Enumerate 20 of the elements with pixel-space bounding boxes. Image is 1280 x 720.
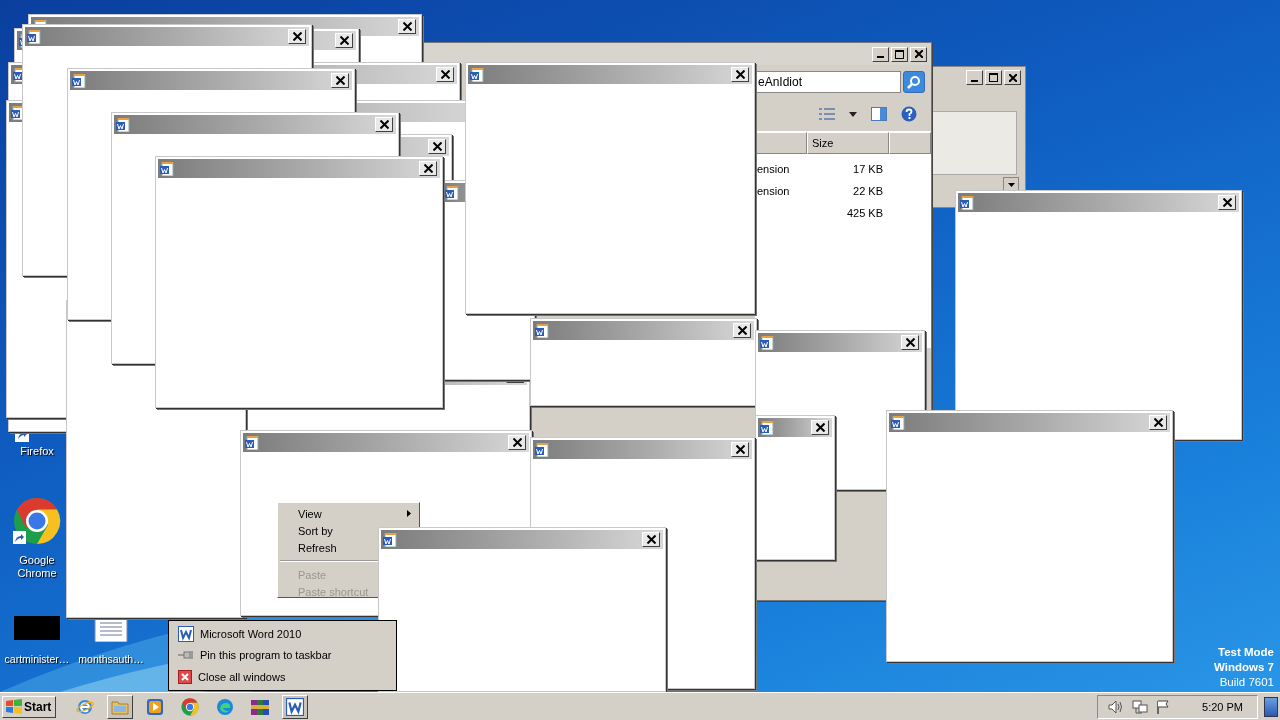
- jump-list-item[interactable]: Pin this program to taskbar: [169, 645, 396, 666]
- notice-line: Build 7601: [1218, 675, 1274, 690]
- menu-item[interactable]: View: [278, 505, 419, 522]
- icon-label[interactable]: monthsauth…: [78, 653, 144, 666]
- start-button[interactable]: Start: [2, 695, 57, 718]
- column-header[interactable]: Size: [807, 132, 889, 154]
- jump-list-item[interactable]: Microsoft Word 2010: [169, 623, 396, 644]
- icon-label[interactable]: Google Chrome: [12, 554, 62, 580]
- clock[interactable]: 5:20 PM: [1202, 700, 1243, 713]
- search-field[interactable]: eAnIdiot: [755, 71, 901, 93]
- icon-label[interactable]: Firefox: [20, 445, 54, 458]
- jump-list-item[interactable]: Close all windows: [169, 667, 396, 688]
- notice-line: Test Mode: [1217, 645, 1274, 660]
- notice-line: Windows 7: [1214, 660, 1274, 675]
- icon-label[interactable]: cartminister…: [4, 653, 70, 666]
- file-type: ension: [757, 163, 790, 175]
- file-size: 22 KB: [852, 185, 883, 197]
- file-size: 425 KB: [845, 207, 883, 219]
- file-type: ension: [757, 185, 790, 197]
- file-size: 17 KB: [852, 163, 883, 175]
